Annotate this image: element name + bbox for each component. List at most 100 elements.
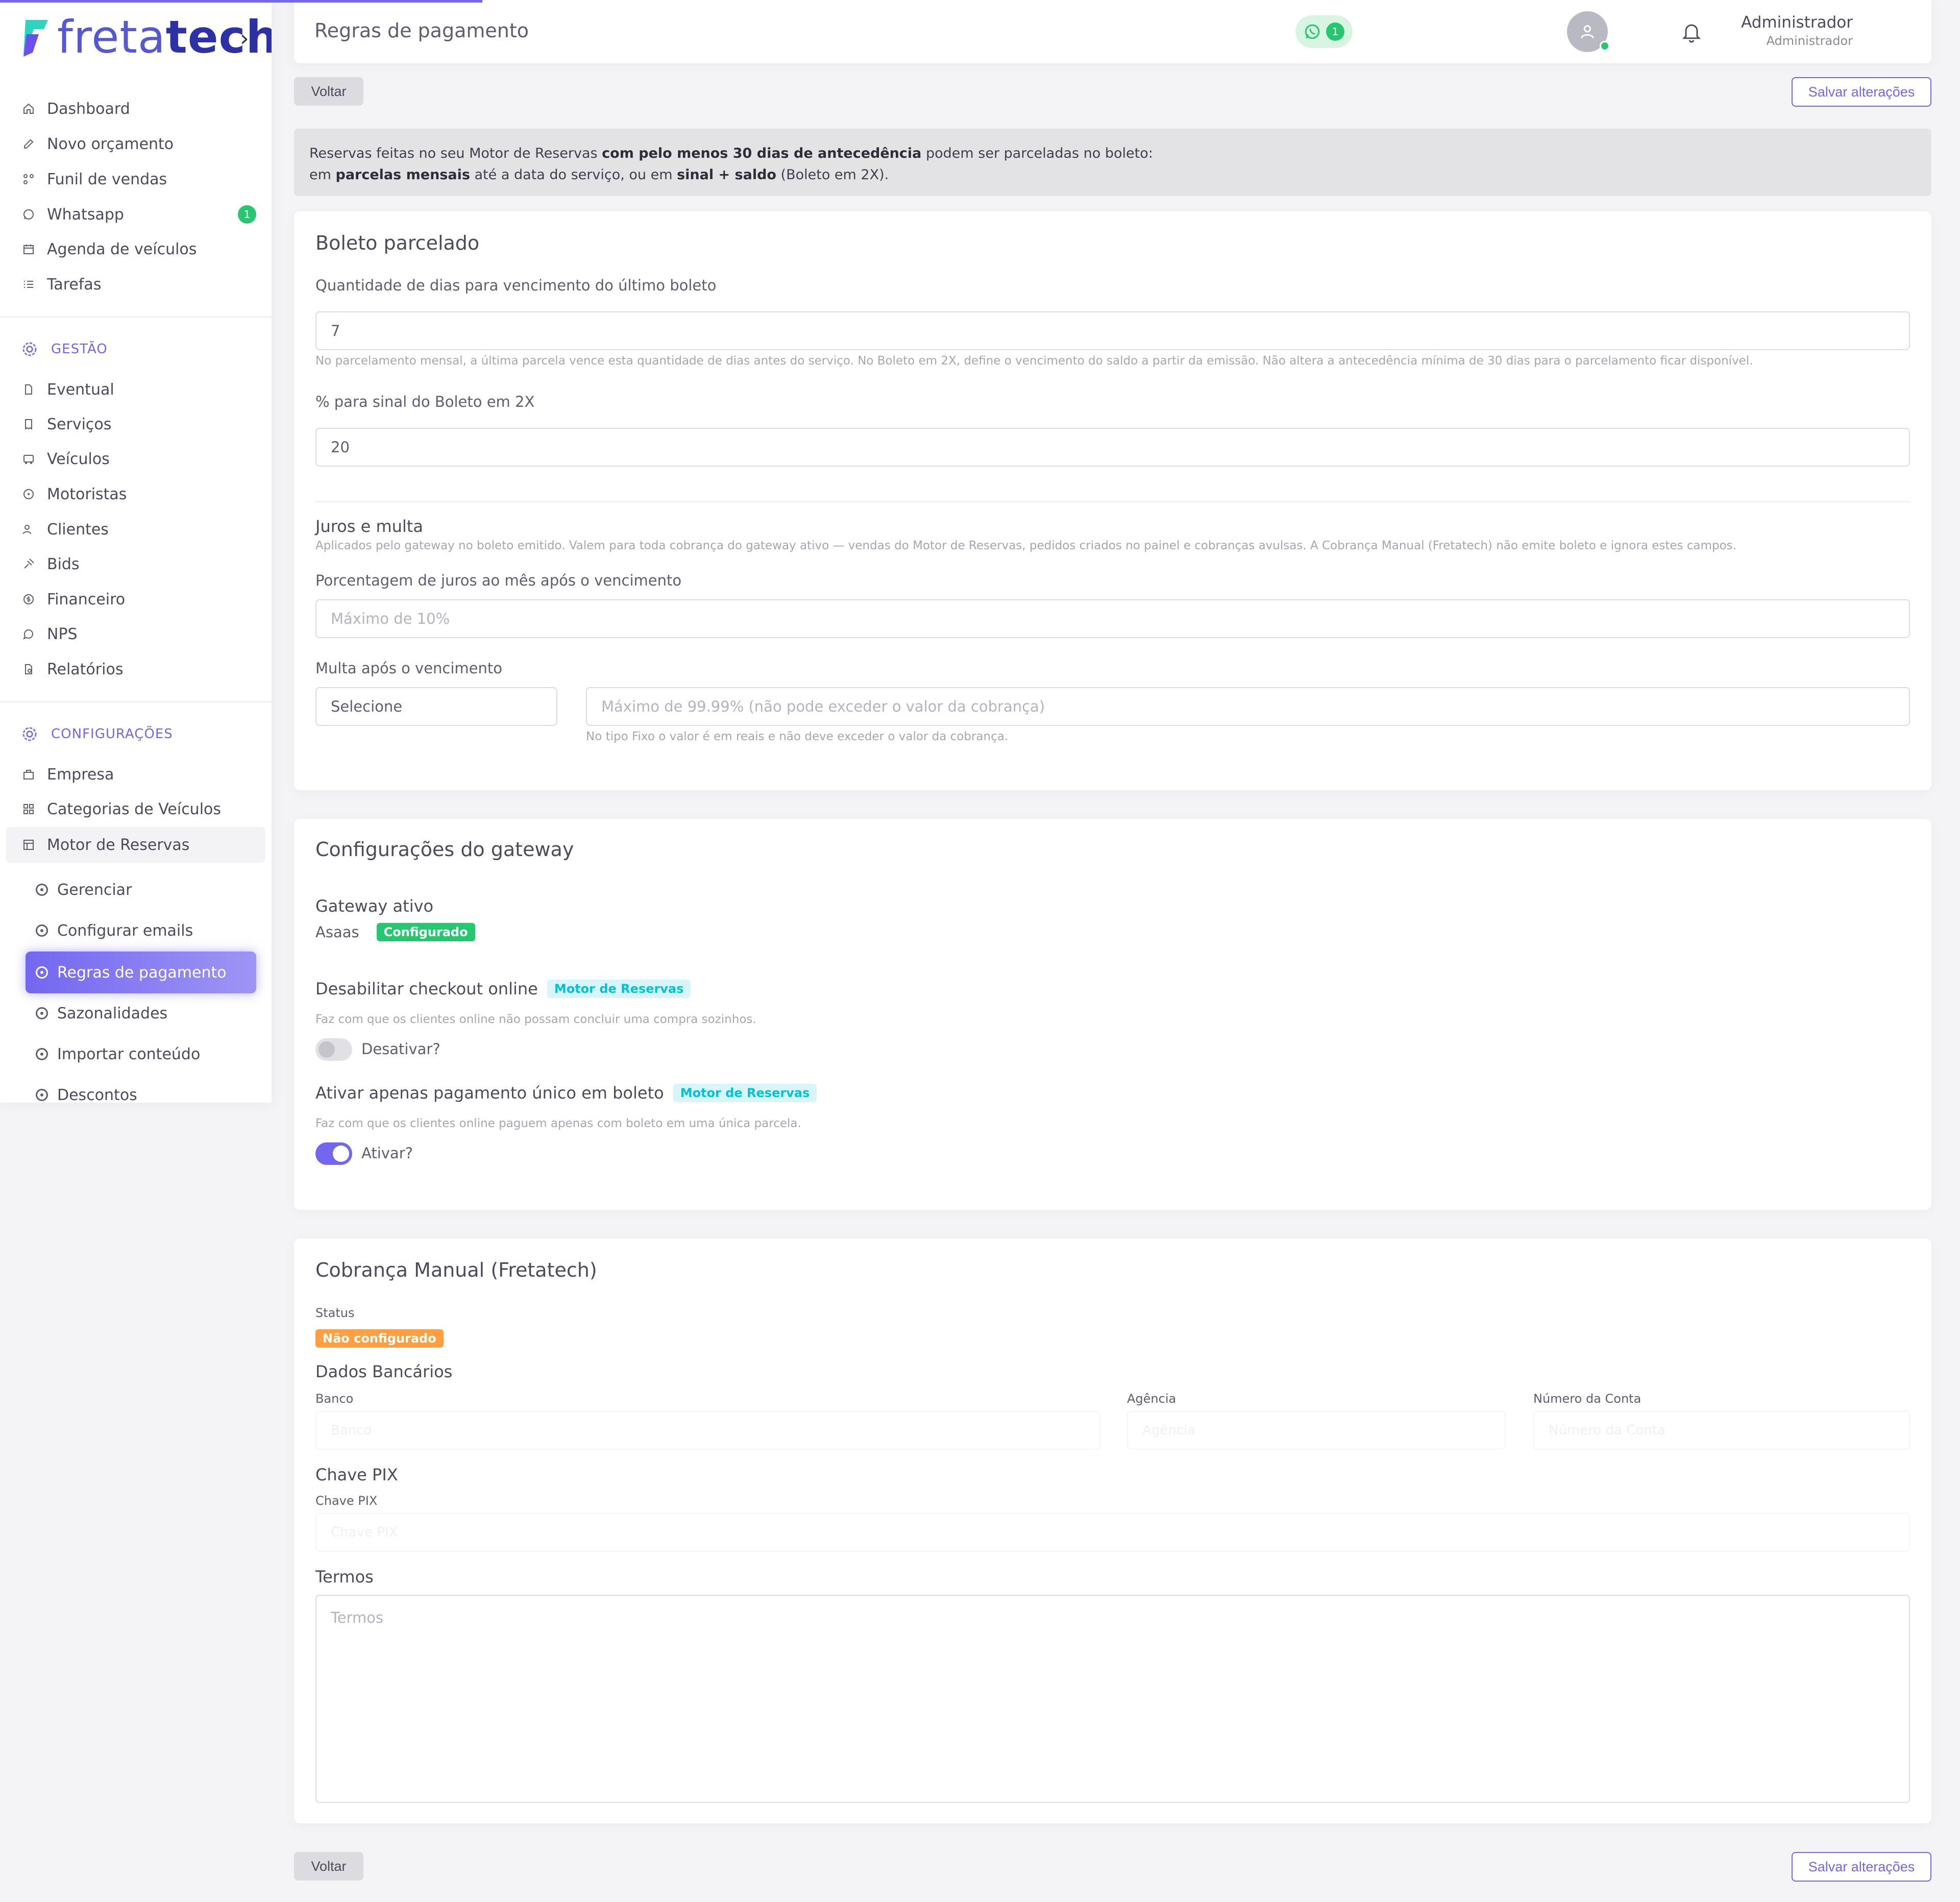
account-input[interactable]: Número da Conta bbox=[1533, 1411, 1910, 1450]
sidebar-subitem-importar-conteudo[interactable]: Importar conteúdo bbox=[36, 1041, 200, 1067]
sidebar-item-motor-de-reservas[interactable]: Motor de Reservas bbox=[21, 832, 189, 858]
page-title: Regras de pagamento bbox=[314, 19, 529, 42]
pix-label: Chave PIX bbox=[315, 1494, 378, 1508]
sidebar-item-veiculos[interactable]: Veículos bbox=[21, 446, 110, 472]
motor-badge: Motor de Reservas bbox=[673, 1084, 817, 1102]
user-name[interactable]: Administrador bbox=[1741, 13, 1853, 32]
save-button-bottom[interactable]: Salvar alterações bbox=[1792, 1852, 1931, 1882]
toggle-knob bbox=[333, 1145, 349, 1162]
sidebar-item-tarefas[interactable]: Tarefas bbox=[21, 272, 101, 297]
interest-title: Juros e multa bbox=[315, 517, 423, 536]
checkout-help: Faz com que os clientes online não possa… bbox=[315, 1013, 756, 1026]
calendar-icon bbox=[21, 242, 36, 256]
chat-bubble-icon bbox=[21, 627, 36, 641]
collapse-sidebar-chevron-icon[interactable]: › bbox=[240, 26, 249, 52]
report-icon bbox=[21, 662, 36, 676]
section-divider bbox=[315, 501, 1910, 502]
sidebar-subitem-label: Descontos bbox=[57, 1086, 137, 1103]
sidebar-item-label: Financeiro bbox=[47, 590, 126, 608]
section-header-gestao: GESTÃO bbox=[21, 341, 108, 357]
status-badge: Não configurado bbox=[315, 1329, 444, 1348]
sidebar-item-nps[interactable]: NPS bbox=[21, 621, 78, 647]
pix-input[interactable]: Chave PIX bbox=[315, 1513, 1910, 1552]
fine-type-select[interactable]: Selecione bbox=[315, 687, 557, 726]
sidebar-subitem-label: Sazonalidades bbox=[57, 1004, 168, 1022]
agency-label: Agência bbox=[1127, 1392, 1177, 1406]
gear-icon bbox=[21, 726, 38, 742]
whatsapp-count: 1 bbox=[1326, 22, 1344, 41]
sidebar-item-empresa[interactable]: Empresa bbox=[21, 762, 114, 787]
gateway-name: Asaas bbox=[315, 923, 359, 941]
days-input[interactable]: 7 bbox=[315, 311, 1910, 350]
sidebar-item-label: Motoristas bbox=[47, 485, 127, 503]
save-button-top[interactable]: Salvar alterações bbox=[1792, 77, 1931, 107]
sidebar-item-label: Novo orçamento bbox=[47, 135, 174, 153]
home-icon bbox=[21, 102, 36, 116]
sidebar-subitem-gerenciar[interactable]: Gerenciar bbox=[36, 877, 132, 903]
single-help: Faz com que os clientes online paguem ap… bbox=[315, 1117, 801, 1130]
disable-checkout-toggle[interactable] bbox=[315, 1038, 352, 1061]
sidebar-item-label: Dashboard bbox=[47, 100, 130, 118]
sidebar-item-label: Motor de Reservas bbox=[47, 836, 190, 854]
sidebar-divider bbox=[0, 701, 272, 702]
bell-icon[interactable] bbox=[1680, 19, 1703, 44]
back-button-top[interactable]: Voltar bbox=[294, 77, 363, 106]
sidebar-item-categorias-de-veiculos[interactable]: Categorias de Veículos bbox=[21, 796, 221, 822]
sidebar-item-dashboard[interactable]: Dashboard bbox=[21, 96, 130, 121]
sidebar-subitem-configurar-emails[interactable]: Configurar emails bbox=[36, 918, 193, 943]
sidebar-divider bbox=[0, 316, 272, 318]
logo[interactable]: fretatech bbox=[21, 14, 272, 60]
sidebar-item-financeiro[interactable]: Financeiro bbox=[21, 587, 125, 612]
sidebar-item-whatsapp[interactable]: Whatsapp bbox=[21, 202, 124, 227]
sidebar-item-novo-orcamento[interactable]: Novo orçamento bbox=[21, 131, 174, 157]
agency-input[interactable]: Agência bbox=[1127, 1411, 1506, 1450]
grid-icon bbox=[21, 802, 36, 816]
sidebar-item-label: Veículos bbox=[47, 450, 110, 468]
sidebar-subitem-sazonalidades[interactable]: Sazonalidades bbox=[36, 1001, 167, 1026]
manual-charge-card: Cobrança Manual (Fretatech) Status Não c… bbox=[294, 1238, 1931, 1823]
fine-value-input[interactable]: Máximo de 99.99% (não pode exceder o val… bbox=[586, 687, 1910, 726]
interest-help: Aplicados pelo gateway no boleto emitido… bbox=[315, 539, 1736, 552]
sidebar-item-servicos[interactable]: Serviços bbox=[21, 411, 111, 437]
online-status-dot bbox=[1600, 41, 1610, 51]
disable-checkout-label: Desativar? bbox=[361, 1040, 440, 1058]
interest-input[interactable]: Máximo de 10% bbox=[315, 599, 1910, 638]
edit-icon bbox=[21, 137, 36, 151]
back-button-bottom[interactable]: Voltar bbox=[294, 1852, 363, 1881]
users-icon bbox=[21, 522, 36, 537]
checkout-title-row: Desabilitar checkout online Motor de Res… bbox=[315, 979, 691, 998]
sidebar-subitem-label: Configurar emails bbox=[57, 921, 193, 940]
signal-input[interactable]: 20 bbox=[315, 428, 1910, 467]
signal-label: % para sinal do Boleto em 2X bbox=[315, 393, 535, 410]
boleto-card: Boleto parcelado Quantidade de dias para… bbox=[294, 211, 1931, 790]
sidebar-item-bids[interactable]: Bids bbox=[21, 551, 80, 577]
sidebar-item-relatorios[interactable]: Relatórios bbox=[21, 656, 123, 682]
user-icon bbox=[1581, 25, 1594, 39]
sidebar-item-eventual[interactable]: Eventual bbox=[21, 377, 114, 402]
info-alert: Reservas feitas no seu Motor de Reservas… bbox=[294, 129, 1931, 196]
terms-textarea[interactable]: Termos bbox=[315, 1595, 1910, 1803]
whatsapp-icon bbox=[21, 207, 36, 222]
receipt-icon bbox=[21, 417, 36, 431]
building-icon bbox=[21, 767, 36, 782]
sidebar-item-label: Agenda de veículos bbox=[47, 240, 197, 258]
sidebar-subitem-descontos[interactable]: Descontos bbox=[36, 1082, 137, 1103]
sidebar-item-agenda-de-veiculos[interactable]: Agenda de veículos bbox=[21, 236, 197, 262]
single-title-row: Ativar apenas pagamento único em boleto … bbox=[315, 1083, 817, 1103]
funnel-icon bbox=[21, 172, 36, 186]
bank-input[interactable]: Banco bbox=[315, 1411, 1100, 1450]
account-label: Número da Conta bbox=[1533, 1392, 1641, 1406]
circle-icon bbox=[36, 1007, 48, 1019]
top-header: Regras de pagamento 1 Administrador Admi… bbox=[294, 0, 1931, 63]
status-label: Status bbox=[315, 1306, 355, 1320]
whatsapp-notification-button[interactable]: 1 bbox=[1295, 15, 1353, 48]
gateway-card: Configurações do gateway Gateway ativo A… bbox=[294, 819, 1931, 1210]
pix-section-title: Chave PIX bbox=[315, 1465, 398, 1484]
logo-mark-icon bbox=[23, 20, 48, 57]
sidebar-item-clientes[interactable]: Clientes bbox=[21, 517, 109, 542]
sidebar-item-funil-de-vendas[interactable]: Funil de vendas bbox=[21, 166, 167, 192]
document-icon bbox=[21, 382, 36, 397]
sidebar-subitem-regras-de-pagamento[interactable]: Regras de pagamento bbox=[26, 952, 256, 993]
single-payment-toggle[interactable] bbox=[315, 1142, 352, 1165]
sidebar-item-motoristas[interactable]: Motoristas bbox=[21, 481, 127, 507]
